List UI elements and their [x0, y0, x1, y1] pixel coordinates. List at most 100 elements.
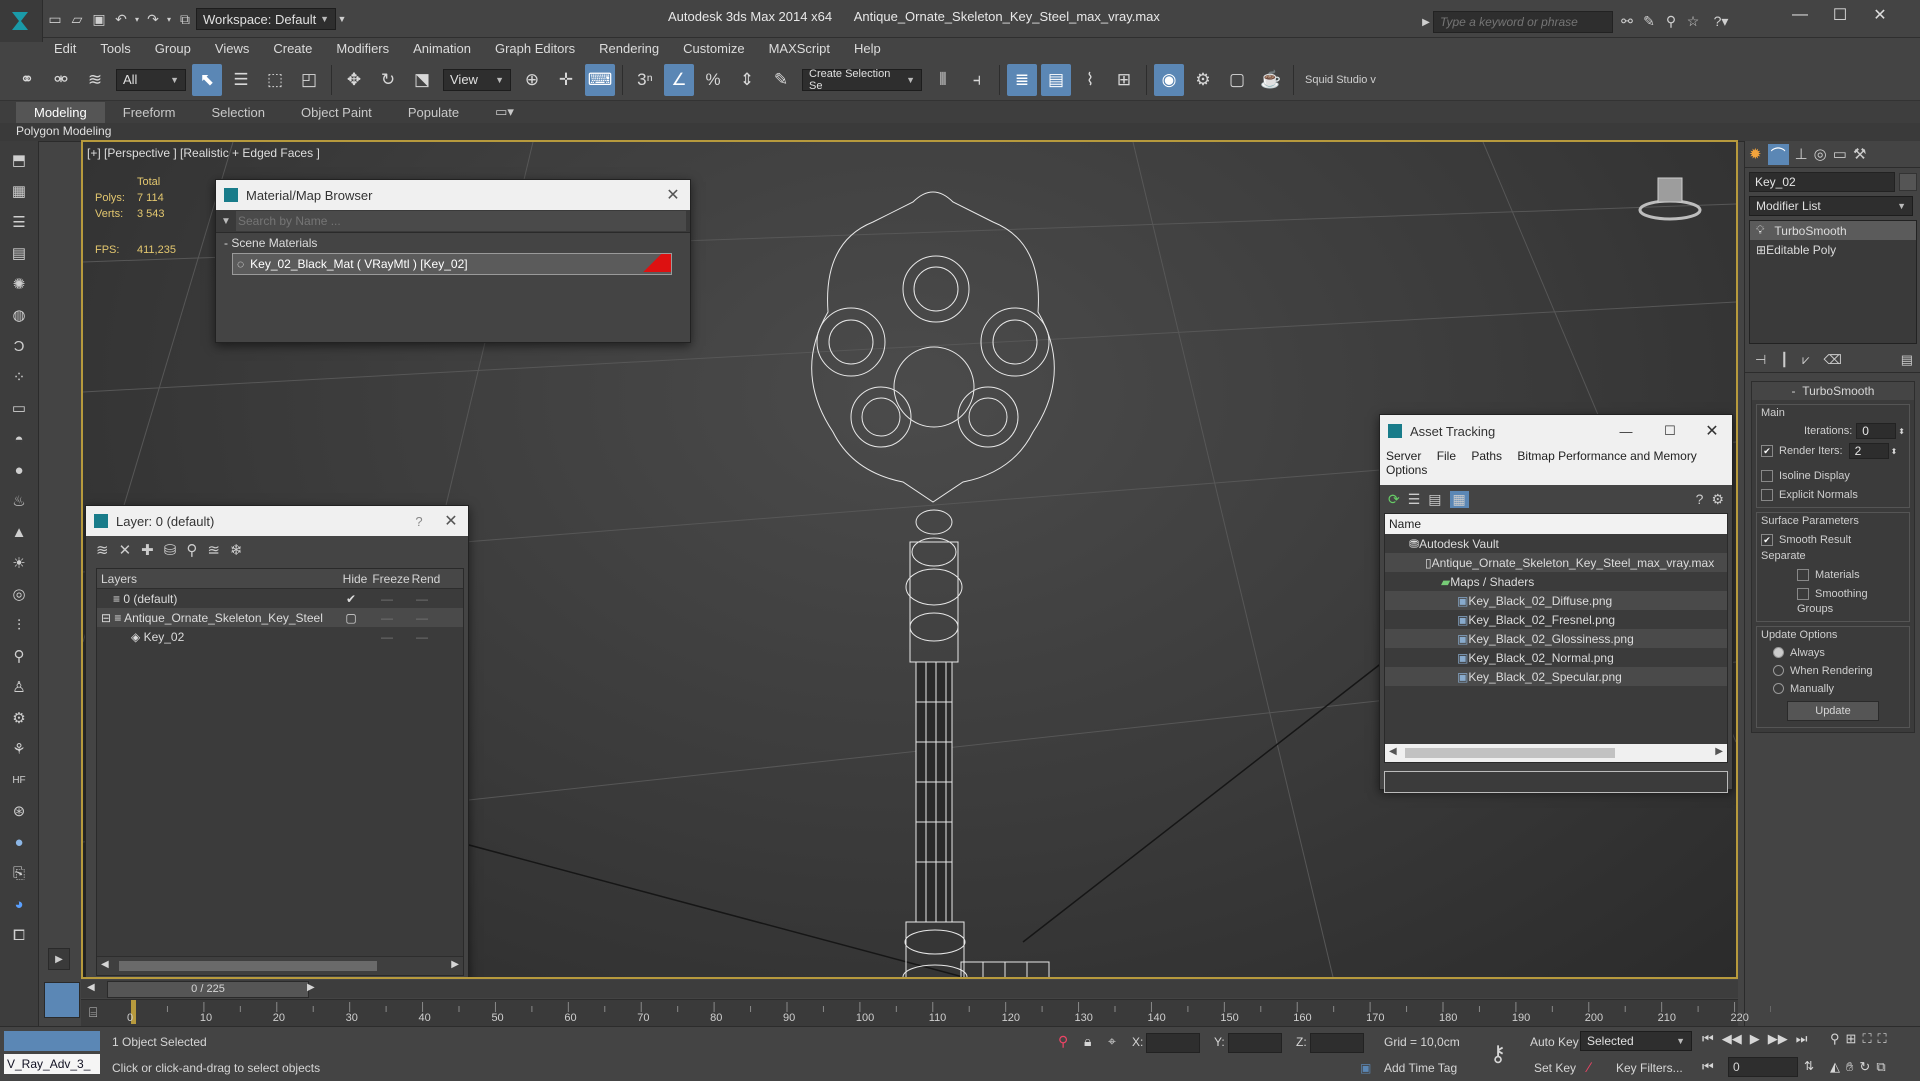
- menu-options[interactable]: Options: [1386, 463, 1427, 477]
- search-expand-icon[interactable]: ▶: [1420, 11, 1432, 33]
- lock-selection-icon[interactable]: 🔒︎: [1084, 1033, 1091, 1050]
- asset-row[interactable]: ▣ Key_Black_02_Fresnel.png: [1385, 610, 1727, 629]
- hair-icon[interactable]: ⫶: [6, 613, 32, 637]
- select-by-name-icon[interactable]: ☰: [226, 64, 256, 96]
- auto-key-button[interactable]: Auto Key: [1530, 1035, 1579, 1049]
- menu-server[interactable]: Server: [1386, 449, 1421, 463]
- asset-row[interactable]: ▣ Key_Black_02_Normal.png: [1385, 648, 1727, 667]
- modifier-list-dropdown[interactable]: Modifier List ▼: [1749, 196, 1913, 216]
- scroll-left-icon[interactable]: ◀: [101, 959, 109, 970]
- freeze-column-header[interactable]: Freeze: [371, 572, 411, 586]
- close-icon[interactable]: ✕: [1860, 0, 1900, 30]
- viewcube-icon[interactable]: [1638, 172, 1702, 222]
- help-icon[interactable]: ?: [1696, 491, 1704, 507]
- key-filters-button[interactable]: Key Filters...: [1616, 1061, 1683, 1075]
- sphere-blue-icon[interactable]: ●: [6, 830, 32, 854]
- time-slider-thumb[interactable]: 0 / 225: [107, 981, 309, 998]
- scene-materials-group[interactable]: - Scene Materials: [216, 233, 690, 253]
- utilities-tab-icon[interactable]: ⚒: [1853, 145, 1866, 163]
- bind-spacewarp-icon[interactable]: ≋: [80, 64, 110, 96]
- asset-tracking-titlebar[interactable]: Asset Tracking — ☐ ✕: [1380, 415, 1732, 447]
- hierarchy-tab-icon[interactable]: ⊥: [1795, 145, 1808, 163]
- go-to-end-icon[interactable]: ⏭: [1796, 1031, 1808, 1047]
- x-coordinate-field[interactable]: [1146, 1033, 1200, 1053]
- material-search-input[interactable]: [236, 211, 686, 231]
- freeze-toggle[interactable]: —: [407, 611, 437, 625]
- zoom-extents-all-icon[interactable]: ⛶: [1878, 1031, 1887, 1047]
- menu-group[interactable]: Group: [143, 37, 203, 61]
- render-production-icon[interactable]: ☕: [1256, 64, 1286, 96]
- modifier-stack-item[interactable]: ⊞ Editable Poly: [1750, 240, 1916, 259]
- ribbon-options-icon[interactable]: ▭▾: [477, 101, 532, 123]
- bone-icon[interactable]: ⚲: [6, 644, 32, 668]
- time-tag-icon[interactable]: ▣: [1360, 1061, 1371, 1075]
- select-in-layer-icon[interactable]: ⛁: [164, 541, 177, 559]
- highlight-layer-icon[interactable]: ⚲: [186, 541, 197, 559]
- close-icon[interactable]: ✕: [656, 185, 690, 205]
- pivot-center-icon[interactable]: ⊕: [517, 64, 547, 96]
- open-file-icon[interactable]: ▱: [66, 8, 88, 30]
- make-unique-icon[interactable]: ⩗: [1802, 352, 1809, 368]
- scene-explorer-icon[interactable]: ▦: [6, 179, 32, 203]
- absolute-mode-icon[interactable]: ⌖: [1108, 1033, 1116, 1050]
- rollout-header[interactable]: - TurboSmooth: [1752, 382, 1914, 400]
- asset-row[interactable]: ▯ Antique_Ornate_Skeleton_Key_Steel_max_…: [1385, 553, 1727, 572]
- asset-row[interactable]: ▣ Key_Black_02_Glossiness.png: [1385, 629, 1727, 648]
- object-color-swatch[interactable]: [1899, 173, 1917, 191]
- squid-studio-label[interactable]: Squid Studio v: [1305, 74, 1376, 86]
- box-icon[interactable]: ▭: [6, 396, 32, 420]
- manually-radio[interactable]: [1773, 683, 1784, 695]
- book-icon[interactable]: ⧠: [6, 923, 32, 947]
- hide-toggle[interactable]: —: [367, 611, 407, 625]
- perspective-viewport[interactable]: [+] [Perspective ] [Realistic + Edged Fa…: [81, 140, 1738, 979]
- add-to-layer-icon[interactable]: ✚: [141, 541, 154, 559]
- configure-modifier-sets-icon[interactable]: ▤: [1901, 352, 1913, 368]
- modify-tab-icon[interactable]: ⌒: [1767, 143, 1789, 165]
- menu-customize[interactable]: Customize: [671, 37, 756, 61]
- minimize-icon[interactable]: —: [1604, 424, 1648, 439]
- knot-icon[interactable]: ⊛: [6, 799, 32, 823]
- maxscript-mini-listener-top[interactable]: [4, 1031, 100, 1051]
- unlink-icon[interactable]: ⚮: [46, 64, 76, 96]
- lightbulb-icon[interactable]: 💡︎: [1756, 223, 1764, 238]
- pin-stack-icon[interactable]: ⊣: [1755, 352, 1766, 368]
- scrollbar-thumb[interactable]: [119, 961, 377, 971]
- curve-editor-toggle-icon[interactable]: ⌸: [89, 1004, 97, 1021]
- asset-row[interactable]: ▣ Key_Black_02_Diffuse.png: [1385, 591, 1727, 610]
- grid-list-icon[interactable]: ▤: [6, 241, 32, 265]
- named-selection-dropdown[interactable]: Create Selection Se ▼: [802, 68, 922, 92]
- menu-file[interactable]: File: [1437, 449, 1456, 463]
- active-layer-check-icon[interactable]: ✔: [335, 592, 367, 606]
- set-key-button[interactable]: Set Key: [1534, 1061, 1576, 1075]
- spinner-arrows-icon[interactable]: ⬍: [1891, 447, 1898, 456]
- orbit-icon[interactable]: ↻: [1859, 1059, 1870, 1075]
- layers-column-header[interactable]: Layers: [97, 572, 339, 586]
- hide-toggle[interactable]: —: [367, 630, 407, 644]
- particles-icon[interactable]: ⁘: [6, 365, 32, 389]
- display-tab-icon[interactable]: ▭: [1833, 145, 1847, 163]
- settings-icon[interactable]: ⚙: [1711, 491, 1724, 508]
- prev-frame-icon[interactable]: ◀: [87, 982, 95, 993]
- create-tab-icon[interactable]: ✹: [1749, 145, 1762, 163]
- delete-layer-icon[interactable]: ✕: [119, 541, 132, 559]
- remove-modifier-icon[interactable]: ⌫: [1824, 352, 1842, 368]
- minimize-icon[interactable]: —: [1780, 0, 1820, 30]
- isolate-selection-icon[interactable]: ⚲: [1058, 1033, 1068, 1050]
- menu-paths[interactable]: Paths: [1471, 449, 1502, 463]
- key-selection-dropdown[interactable]: Selected ▼: [1580, 1031, 1692, 1051]
- menu-modifiers[interactable]: Modifiers: [324, 37, 401, 61]
- horizontal-scrollbar[interactable]: ◀ ▶: [1385, 744, 1727, 762]
- undo-dropdown-icon[interactable]: ▾: [132, 8, 142, 30]
- freeze-toggle[interactable]: —: [407, 592, 437, 606]
- list-view-icon[interactable]: ☰: [1408, 491, 1421, 508]
- mirror-icon[interactable]: ⫴: [928, 64, 958, 96]
- reference-coord-dropdown[interactable]: View ▼: [443, 68, 511, 91]
- hemisphere-icon[interactable]: ◓: [6, 427, 32, 451]
- biped-icon[interactable]: ♙: [6, 675, 32, 699]
- layer-row[interactable]: ≡ 0 (default) ✔ — —: [97, 589, 463, 608]
- keyboard-shortcut-override-icon[interactable]: ⌨: [585, 63, 615, 96]
- pan-icon[interactable]: ✋︎: [1846, 1059, 1853, 1075]
- key-filter-icon[interactable]: ∕: [1588, 1059, 1590, 1075]
- always-radio[interactable]: [1773, 647, 1784, 659]
- move-icon[interactable]: ✥: [339, 64, 369, 96]
